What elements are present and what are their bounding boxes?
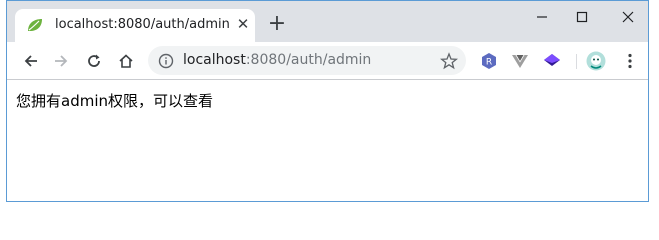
- back-arrow-icon: [24, 55, 37, 67]
- minimize-button[interactable]: [520, 6, 564, 28]
- reload-button[interactable]: [83, 50, 105, 72]
- toolbar: localhost:8080/auth/admin R: [7, 42, 648, 80]
- home-icon: [119, 54, 133, 68]
- url-text[interactable]: localhost:8080/auth/admin: [183, 52, 371, 68]
- browser-window: localhost:8080/auth/admin ✕ + localhost:…: [6, 0, 649, 202]
- reload-icon: [88, 54, 100, 67]
- minimize-icon: [537, 16, 547, 18]
- tab-close-icon[interactable]: ✕: [235, 16, 251, 32]
- home-button[interactable]: [115, 50, 137, 72]
- svg-text:R: R: [486, 58, 492, 68]
- spring-leaf-icon: [26, 17, 44, 33]
- tab-title: localhost:8080/auth/admin: [55, 17, 230, 32]
- vue-devtools-icon[interactable]: [510, 51, 530, 71]
- new-tab-button[interactable]: +: [265, 12, 289, 36]
- maximize-icon: [576, 11, 588, 23]
- toolbar-separator: [576, 54, 577, 69]
- url-host: localhost: [183, 52, 246, 68]
- address-bar[interactable]: localhost:8080/auth/admin: [148, 46, 466, 75]
- page-message: 您拥有admin权限，可以查看: [16, 92, 214, 110]
- maximize-button[interactable]: [560, 6, 604, 28]
- browser-tab[interactable]: localhost:8080/auth/admin ✕: [15, 9, 255, 42]
- forward-arrow-icon: [55, 55, 68, 67]
- r-extension-icon[interactable]: R: [479, 51, 499, 71]
- close-icon: [622, 11, 634, 23]
- forward-button[interactable]: [50, 50, 72, 72]
- more-menu-icon[interactable]: [620, 51, 640, 71]
- url-path: :8080/auth/admin: [245, 52, 372, 68]
- page-content: 您拥有admin权限，可以查看: [7, 80, 648, 201]
- layers-extension-icon[interactable]: [542, 51, 562, 71]
- tab-strip: localhost:8080/auth/admin ✕ +: [7, 1, 648, 42]
- back-button[interactable]: [20, 50, 42, 72]
- info-icon[interactable]: [158, 53, 174, 69]
- bookmark-star-icon[interactable]: [439, 52, 459, 70]
- profile-avatar-icon[interactable]: [586, 51, 606, 71]
- close-window-button[interactable]: [606, 6, 648, 28]
